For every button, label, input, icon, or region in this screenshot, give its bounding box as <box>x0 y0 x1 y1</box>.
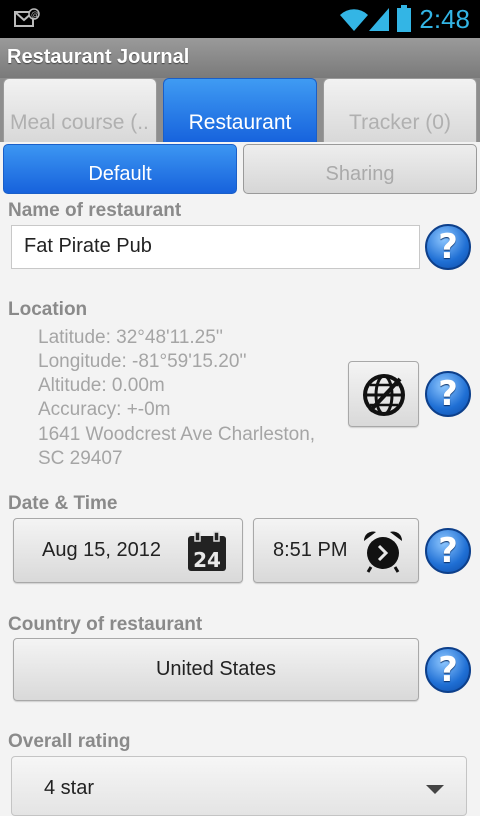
dropdown-arrow-icon <box>426 785 444 794</box>
calendar-day-text: 24 <box>193 548 221 572</box>
date-button[interactable]: Aug 15, 2012 24 <box>13 518 243 583</box>
latitude-text: Latitude: 32°48'11.25'' <box>38 327 224 348</box>
accuracy-text: Accuracy: +-0m <box>38 399 171 420</box>
wifi-icon <box>338 6 370 37</box>
signal-icon <box>367 6 391 37</box>
address-line-2: SC 29407 <box>38 448 123 469</box>
date-time-label: Date & Time <box>8 493 118 514</box>
address-line-1: 1641 Woodcrest Ave Charleston, <box>38 424 316 445</box>
help-icon[interactable]: ? <box>425 528 471 574</box>
time-button[interactable]: 8:51 PM <box>253 518 419 583</box>
longitude-text: Longitude: -81°59'15.20'' <box>38 351 247 372</box>
tab-meal-course[interactable]: Meal course (.. <box>3 78 157 142</box>
alarm-clock-icon <box>361 529 405 579</box>
tab-restaurant[interactable]: Restaurant <box>163 78 317 142</box>
restaurant-name-input[interactable]: Fat Pirate Pub <box>11 225 420 269</box>
svg-text:@: @ <box>31 10 39 19</box>
app-title: Restaurant Journal <box>7 46 190 68</box>
status-bar: @ 2:48 <box>0 0 480 38</box>
notification-icon: @ <box>14 8 40 35</box>
altitude-text: Altitude: 0.00m <box>38 375 165 396</box>
rating-value: 4 star <box>44 777 95 799</box>
battery-icon <box>396 5 412 38</box>
calendar-icon: 24 <box>186 531 228 579</box>
action-bar: Restaurant Journal <box>0 38 480 78</box>
rating-dropdown[interactable]: 4 star <box>11 756 467 816</box>
country-value: United States <box>155 658 277 680</box>
tab-bar: Meal course (.. Restaurant Tracker (0) <box>0 78 480 142</box>
help-icon[interactable]: ? <box>425 371 471 417</box>
country-label: Country of restaurant <box>8 614 203 635</box>
overall-rating-label: Overall rating <box>8 731 131 752</box>
restaurant-name-label: Name of restaurant <box>8 200 182 221</box>
location-label: Location <box>8 299 88 320</box>
date-value: Aug 15, 2012 <box>42 539 161 561</box>
help-icon[interactable]: ? <box>425 647 471 693</box>
tab-tracker[interactable]: Tracker (0) <box>323 78 477 142</box>
country-button[interactable]: United States <box>13 638 419 701</box>
locate-button[interactable] <box>348 361 419 427</box>
subtab-sharing[interactable]: Sharing <box>243 144 477 194</box>
status-time: 2:48 <box>419 4 470 34</box>
help-icon[interactable]: ? <box>425 224 471 270</box>
subtab-default[interactable]: Default <box>3 144 237 194</box>
globe-icon <box>362 373 406 423</box>
time-value: 8:51 PM <box>273 539 348 561</box>
